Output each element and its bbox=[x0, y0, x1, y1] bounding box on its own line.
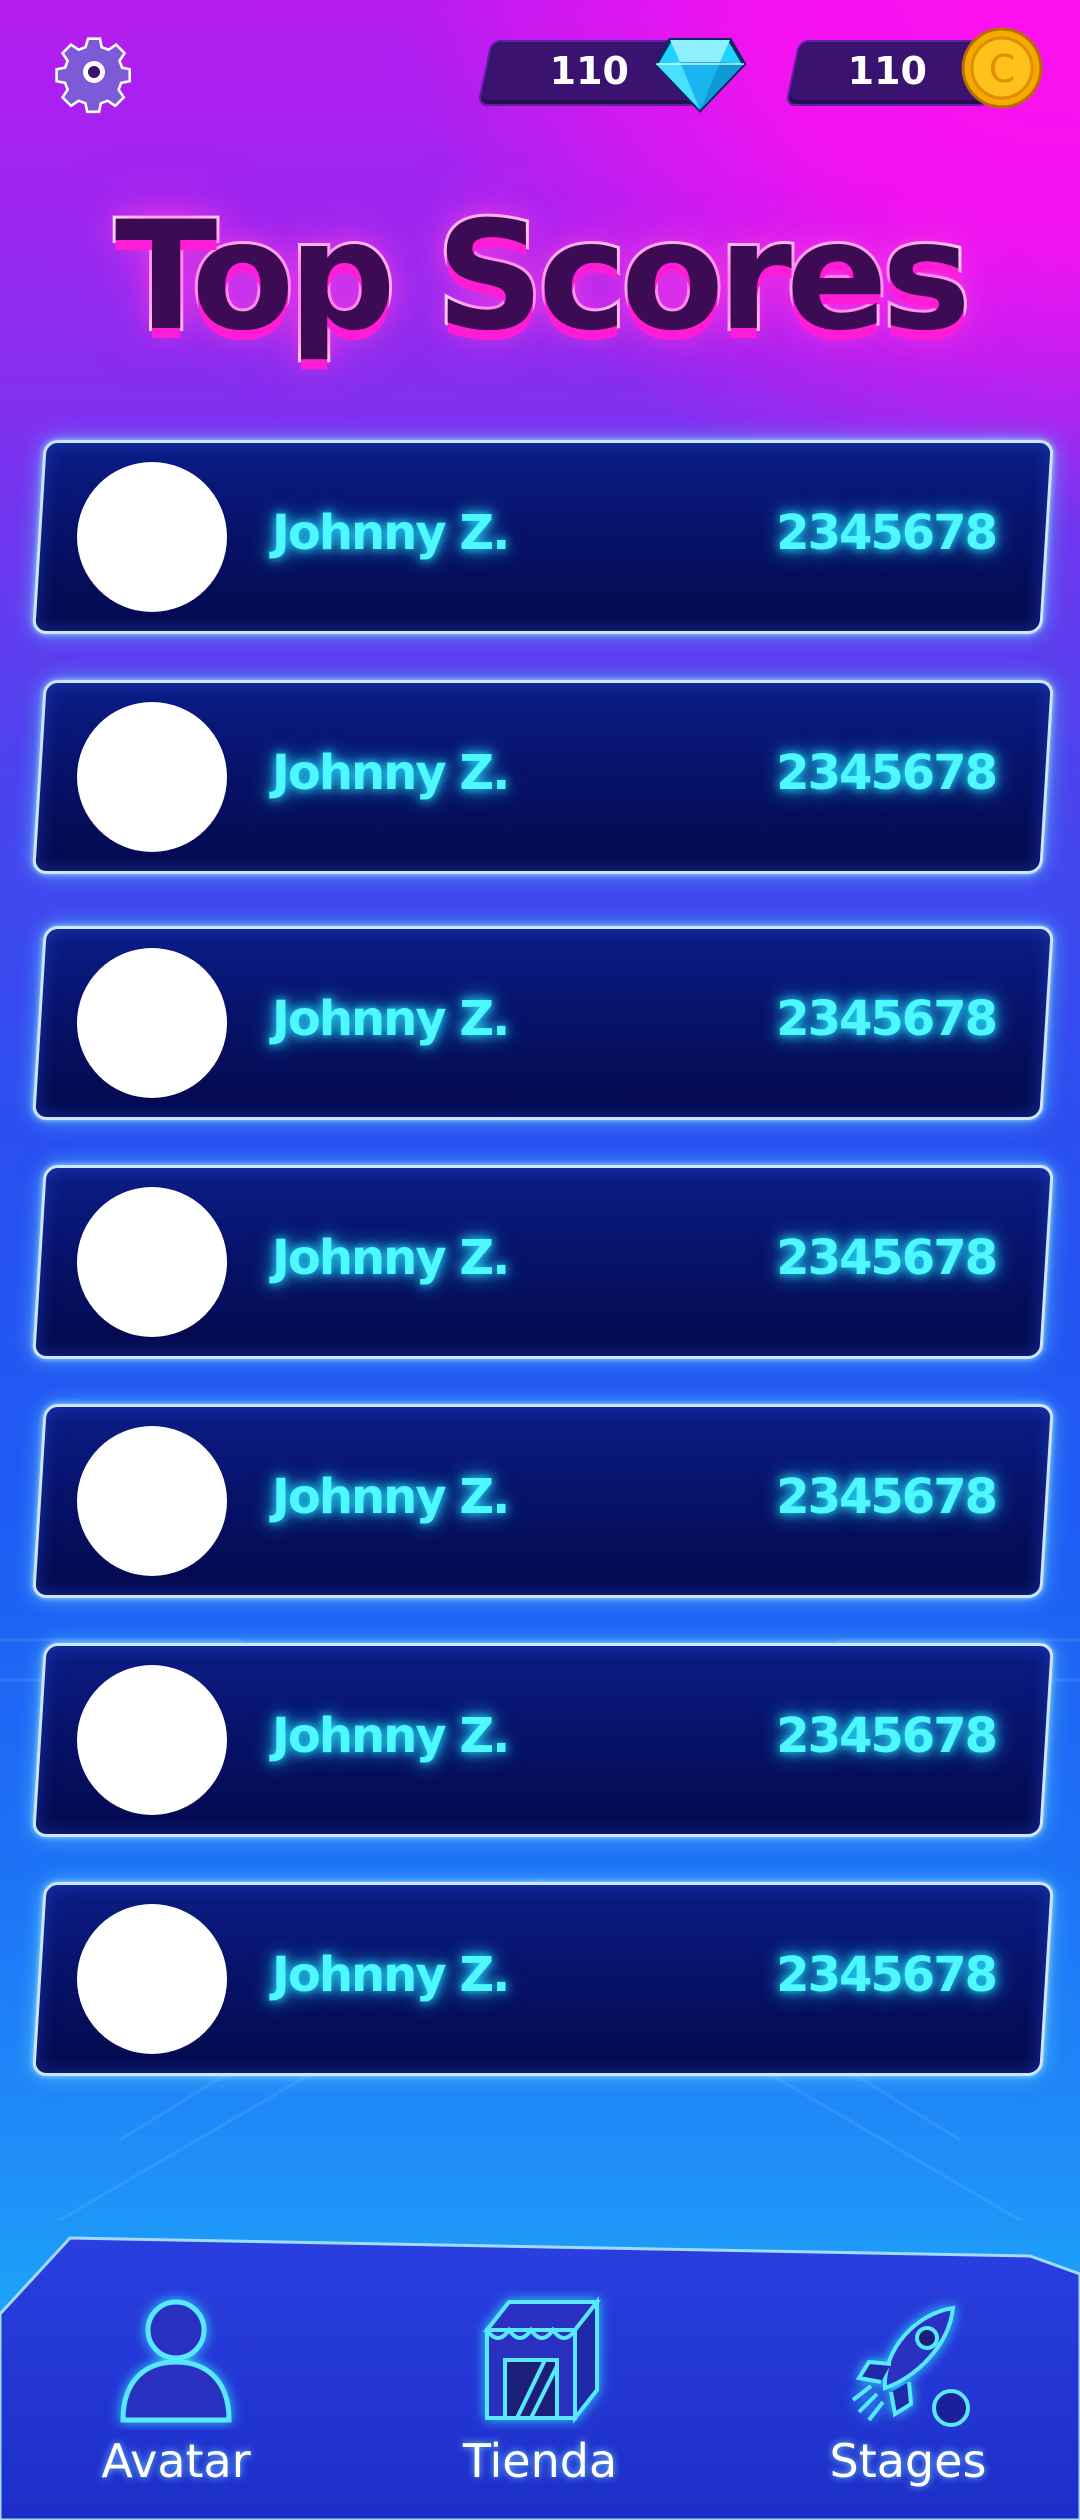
bottom-navigation: Avatar Tienda Stages bbox=[0, 2234, 1080, 2520]
nav-store-label: Tienda bbox=[462, 2434, 618, 2488]
player-score: 2345678 bbox=[776, 745, 998, 801]
player-score: 2345678 bbox=[776, 1708, 998, 1764]
score-row[interactable]: Johnny Z. 2345678 bbox=[22, 1404, 1058, 1598]
store-icon bbox=[482, 2296, 602, 2424]
score-row[interactable]: Johnny Z. 2345678 bbox=[22, 926, 1058, 1120]
player-score: 2345678 bbox=[776, 1230, 998, 1286]
coin-symbol: C bbox=[989, 47, 1016, 91]
nav-stages-label: Stages bbox=[829, 2434, 987, 2488]
diamond-icon bbox=[654, 38, 746, 113]
player-score: 2345678 bbox=[776, 991, 998, 1047]
nav-stages[interactable]: Stages bbox=[758, 2234, 1058, 2520]
player-score: 2345678 bbox=[776, 1469, 998, 1525]
player-avatar bbox=[77, 1665, 227, 1815]
rocket-icon bbox=[851, 2305, 970, 2427]
coins-counter[interactable]: 110 C bbox=[784, 27, 1052, 109]
player-name: Johnny Z. bbox=[272, 1230, 510, 1286]
coin-icon: C bbox=[961, 27, 1043, 109]
player-score: 2345678 bbox=[776, 505, 998, 561]
gems-value: 110 bbox=[549, 49, 629, 93]
player-avatar bbox=[77, 702, 227, 852]
player-name: Johnny Z. bbox=[272, 745, 510, 801]
player-name: Johnny Z. bbox=[272, 505, 510, 561]
gems-counter[interactable]: 110 bbox=[476, 38, 746, 113]
player-avatar bbox=[77, 1904, 227, 2054]
settings-gear-icon[interactable] bbox=[52, 34, 136, 118]
nav-store[interactable]: Tienda bbox=[390, 2234, 690, 2520]
player-avatar bbox=[77, 948, 227, 1098]
player-name: Johnny Z. bbox=[272, 1469, 510, 1525]
score-row[interactable]: Johnny Z. 2345678 bbox=[22, 440, 1058, 634]
nav-avatar[interactable]: Avatar bbox=[26, 2234, 326, 2520]
player-avatar bbox=[77, 462, 227, 612]
player-name: Johnny Z. bbox=[272, 1708, 510, 1764]
page-title: Top Scores bbox=[112, 187, 974, 367]
player-avatar bbox=[77, 1426, 227, 1576]
player-avatar bbox=[77, 1187, 227, 1337]
coins-value: 110 bbox=[847, 49, 927, 93]
player-name: Johnny Z. bbox=[272, 991, 510, 1047]
nav-avatar-label: Avatar bbox=[101, 2434, 251, 2488]
score-row[interactable]: Johnny Z. 2345678 bbox=[22, 680, 1058, 874]
player-name: Johnny Z. bbox=[272, 1947, 510, 2003]
score-row[interactable]: Johnny Z. 2345678 bbox=[22, 1643, 1058, 1837]
player-score: 2345678 bbox=[776, 1947, 998, 2003]
score-row[interactable]: Johnny Z. 2345678 bbox=[22, 1165, 1058, 1359]
user-icon bbox=[120, 2299, 232, 2423]
score-row[interactable]: Johnny Z. 2345678 bbox=[22, 1882, 1058, 2076]
